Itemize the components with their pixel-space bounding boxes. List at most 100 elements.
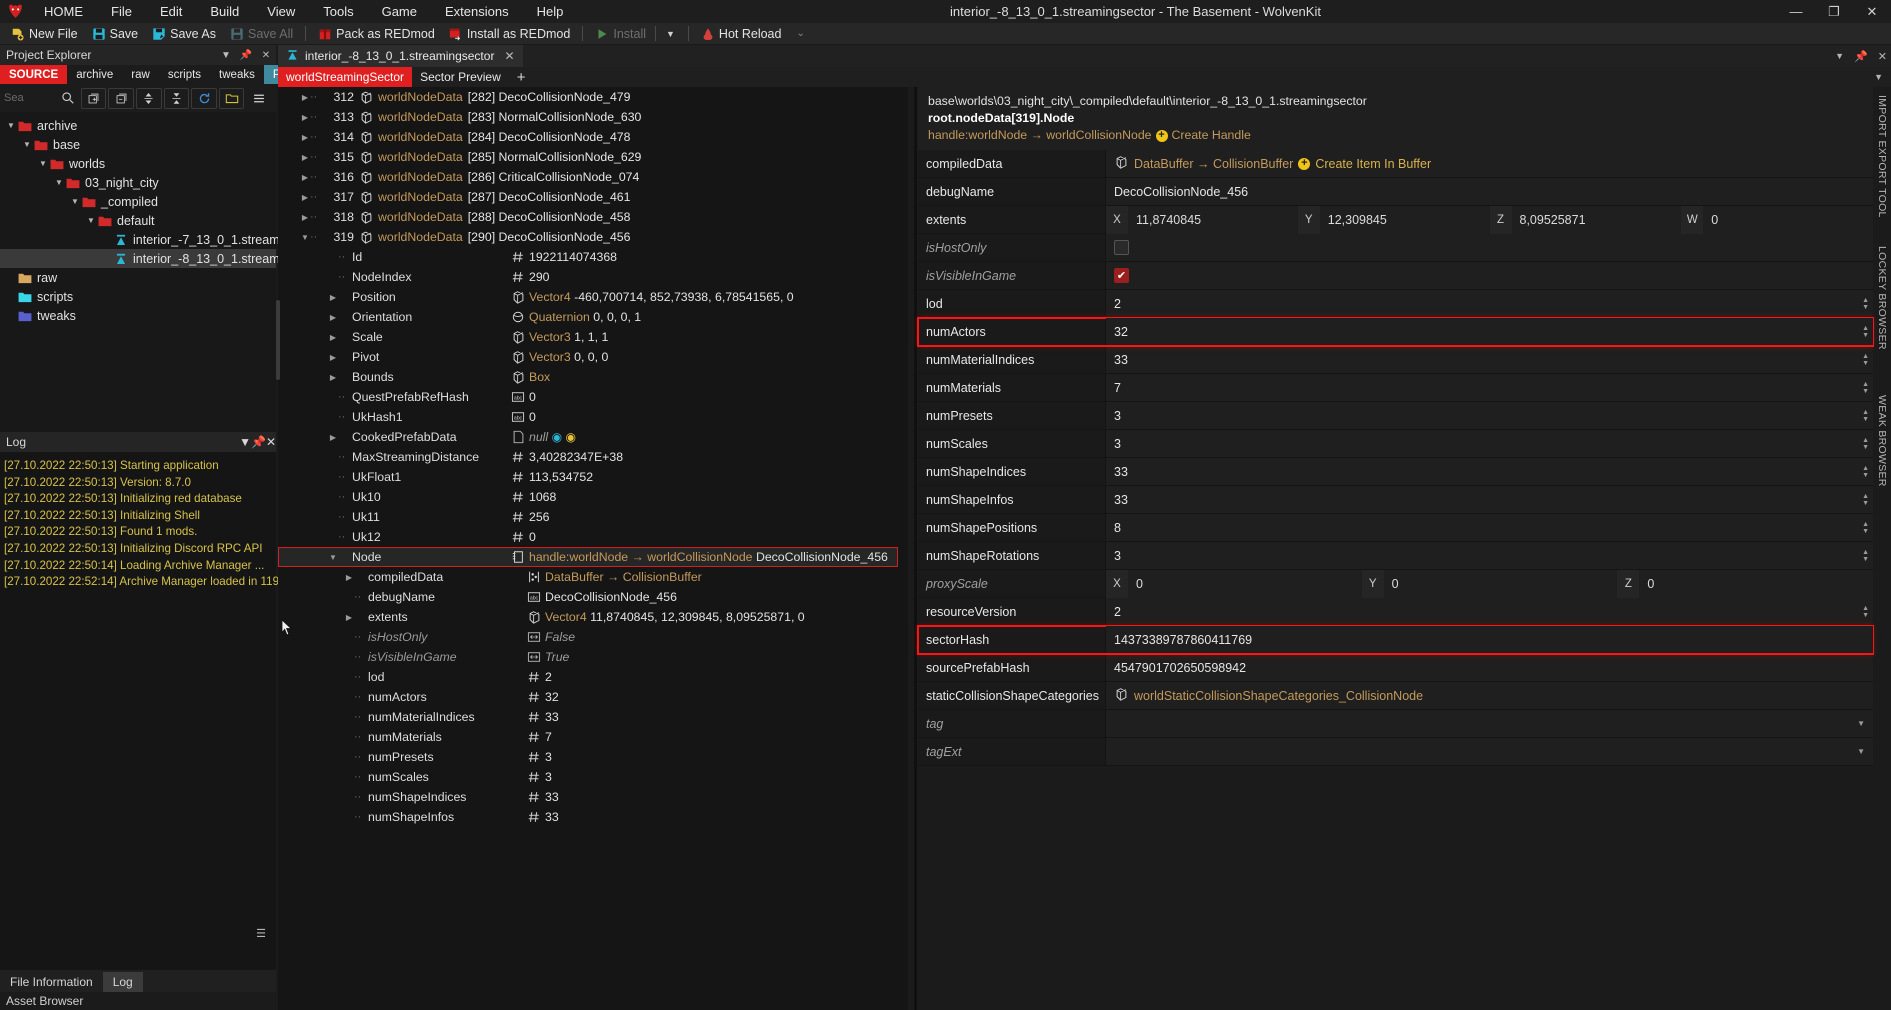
- property-expander-icon[interactable]: ▶: [328, 313, 338, 322]
- node-property-row[interactable]: ▶ compiledData DataBuffer → CollisionBuffe…: [278, 567, 908, 587]
- property-text-input[interactable]: 4547901702650598942: [1106, 654, 1873, 681]
- doc-tabbar-pin-icon[interactable]: 📌: [1854, 50, 1868, 63]
- node-property-row[interactable]: ·· Uk12 0: [278, 527, 908, 547]
- property-number-input[interactable]: 2 ▲ ▼: [1106, 598, 1873, 625]
- property-row[interactable]: numShapePositions 8 ▲ ▼: [918, 514, 1873, 542]
- property-checkbox[interactable]: [1106, 234, 1873, 261]
- spinner-arrows-icon[interactable]: ▲ ▼: [1862, 486, 1869, 514]
- node-tree-row[interactable]: ▶ ·· 312 worldNodeData [282] DecoCollisionNo…: [278, 87, 908, 107]
- tab-source[interactable]: SOURCE: [0, 65, 68, 84]
- center-right-splitter[interactable]: [914, 87, 917, 1010]
- menu-tools[interactable]: Tools: [309, 0, 367, 23]
- property-expander-icon[interactable]: ▶: [328, 333, 338, 342]
- spinner-arrows-icon[interactable]: ▲ ▼: [1862, 458, 1869, 486]
- close-button[interactable]: ✕: [1853, 0, 1891, 23]
- node-property-row[interactable]: ·· numShapeIndices 33: [278, 787, 908, 807]
- spinner-arrows-icon[interactable]: ▲ ▼: [1862, 430, 1869, 458]
- node-property-row[interactable]: ·· isHostOnly False: [278, 627, 908, 647]
- log-resize-grip-icon[interactable]: ☰: [256, 927, 266, 940]
- center-tree-scrollbar[interactable]: [276, 300, 280, 380]
- node-property-row[interactable]: ·· numMaterials 7: [278, 727, 908, 747]
- log-pin-icon[interactable]: 📌: [251, 435, 266, 449]
- doc-tabbar-chevron-icon[interactable]: ▼: [1835, 51, 1844, 61]
- doc-tabbar-close-icon[interactable]: ✕: [1878, 50, 1887, 63]
- property-row[interactable]: sourcePrefabHash 4547901702650598942: [918, 654, 1873, 682]
- collapse-tree-button[interactable]: [163, 87, 190, 109]
- tree-expander-icon[interactable]: ▼: [52, 178, 66, 187]
- menu-home[interactable]: HOME: [30, 0, 97, 23]
- property-row[interactable]: debugName DecoCollisionNode_456: [918, 178, 1873, 206]
- tab-worldstreamingsector[interactable]: worldStreamingSector: [278, 67, 413, 87]
- property-number-input[interactable]: 3 ▲ ▼: [1106, 542, 1873, 569]
- property-number-input[interactable]: 33 ▲ ▼: [1106, 486, 1873, 513]
- refresh-button[interactable]: [191, 87, 217, 109]
- expand-all-button[interactable]: [80, 87, 107, 109]
- minimize-button[interactable]: —: [1777, 0, 1815, 23]
- property-expander-icon[interactable]: ▶: [328, 373, 338, 382]
- create-handle-label[interactable]: Create Handle: [1172, 127, 1251, 144]
- create-handle-plus-icon[interactable]: +: [1155, 129, 1168, 142]
- spinner-arrows-icon[interactable]: ▲ ▼: [1862, 374, 1869, 402]
- menu-extensions[interactable]: Extensions: [431, 0, 523, 23]
- node-property-row[interactable]: ·· QuestPrefabRefHash abc 0: [278, 387, 908, 407]
- property-row[interactable]: numActors 32 ▲ ▼: [917, 317, 1874, 347]
- property-number-input[interactable]: 2 ▲ ▼: [1106, 290, 1873, 317]
- vtab-lockey-browser[interactable]: LOCKEY BROWSER: [1873, 238, 1891, 358]
- document-tab-close-icon[interactable]: ✕: [504, 49, 514, 63]
- node-expander-icon[interactable]: ▶: [300, 133, 310, 142]
- node-tree-row[interactable]: ▶ ·· 316 worldNodeData [286] CriticalCollisi…: [278, 167, 908, 187]
- node-tree-row[interactable]: ▶ ·· 313 worldNodeData [283] NormalCollision…: [278, 107, 908, 127]
- property-buffer-value[interactable]: DataBuffer → CollisionBuffer + Create Item…: [1106, 150, 1873, 177]
- node-expander-icon[interactable]: ▶: [300, 173, 310, 182]
- property-row[interactable]: numPresets 3 ▲ ▼: [918, 402, 1873, 430]
- property-combo-value[interactable]: ▼: [1106, 738, 1873, 765]
- axis-value-x[interactable]: 0: [1128, 570, 1362, 598]
- menu-file[interactable]: File: [97, 0, 146, 23]
- spinner-arrows-icon[interactable]: ▲ ▼: [1862, 290, 1869, 318]
- folder-tree-item[interactable]: scripts: [0, 287, 276, 306]
- node-expander-icon[interactable]: ▶: [300, 213, 310, 222]
- property-expander-icon[interactable]: ▶: [344, 573, 354, 582]
- property-text-input[interactable]: 14373389787860411769: [1106, 626, 1873, 653]
- save-button[interactable]: Save: [85, 24, 146, 44]
- node-tree-row[interactable]: ▼ ·· 319 worldNodeData [290] DecoCollisionNo…: [278, 227, 908, 247]
- add-tab-button[interactable]: +: [509, 69, 534, 86]
- axis-value-y[interactable]: 0: [1383, 570, 1618, 598]
- node-tree-row[interactable]: ▶ ·· 317 worldNodeData [287] DecoCollisionNo…: [278, 187, 908, 207]
- node-property-row[interactable]: ·· numShapeInfos 33: [278, 807, 908, 827]
- file-tree-item[interactable]: interior_-8_13_0_1.streamingsector: [0, 249, 330, 268]
- document-tab[interactable]: interior_-8_13_0_1.streamingsector ✕: [278, 45, 523, 67]
- property-row[interactable]: numShapeInfos 33 ▲ ▼: [918, 486, 1873, 514]
- node-property-row[interactable]: ▶ Bounds Box: [278, 367, 908, 387]
- install-button[interactable]: Install: [588, 24, 653, 44]
- toolbar-overflow-handle[interactable]: ⌄: [788, 28, 804, 39]
- property-expander-icon[interactable]: ▶: [328, 433, 338, 442]
- node-expander-icon[interactable]: ▶: [300, 113, 310, 122]
- new-file-button[interactable]: New File: [4, 24, 85, 44]
- node-property-row[interactable]: ·· Uk10 1068: [278, 487, 908, 507]
- tab-archive[interactable]: archive: [67, 65, 122, 84]
- property-expander-icon[interactable]: ▶: [328, 293, 338, 302]
- search-icon[interactable]: [57, 88, 79, 109]
- node-property-row[interactable]: ▶ Orientation Quaternion 0, 0, 0, 1: [278, 307, 908, 327]
- spinner-arrows-icon[interactable]: ▲ ▼: [1862, 346, 1869, 374]
- node-property-row[interactable]: ·· numScales 3: [278, 767, 908, 787]
- tree-expander-icon[interactable]: ▼: [84, 216, 98, 225]
- panel-pin-icon[interactable]: 📌: [236, 45, 256, 65]
- property-number-input[interactable]: 33 ▲ ▼: [1106, 346, 1873, 373]
- property-expander-icon[interactable]: ▶: [328, 353, 338, 362]
- property-number-input[interactable]: 7 ▲ ▼: [1106, 374, 1873, 401]
- node-property-row[interactable]: ·· numPresets 3: [278, 747, 908, 767]
- property-row[interactable]: numMaterials 7 ▲ ▼: [918, 374, 1873, 402]
- property-number-input[interactable]: 3 ▲ ▼: [1106, 430, 1873, 457]
- node-property-row[interactable]: ·· MaxStreamingDistance 3,40282347E+38: [278, 447, 908, 467]
- node-property-row[interactable]: ▶ CookedPrefabData null ◉ ◉: [278, 427, 908, 447]
- tab-scripts[interactable]: scripts: [159, 65, 210, 84]
- node-property-row[interactable]: ·· Uk11 256: [278, 507, 908, 527]
- spinner-arrows-icon[interactable]: ▲ ▼: [1862, 402, 1869, 430]
- property-row[interactable]: numShapeRotations 3 ▲ ▼: [918, 542, 1873, 570]
- property-checkbox[interactable]: ✔: [1106, 262, 1873, 289]
- tab-tweaks[interactable]: tweaks: [210, 65, 264, 84]
- vtab-weak-browser[interactable]: WEAK BROWSER: [1873, 387, 1891, 495]
- vtab-import-export-tool[interactable]: IMPORT EXPORT TOOL: [1873, 87, 1891, 226]
